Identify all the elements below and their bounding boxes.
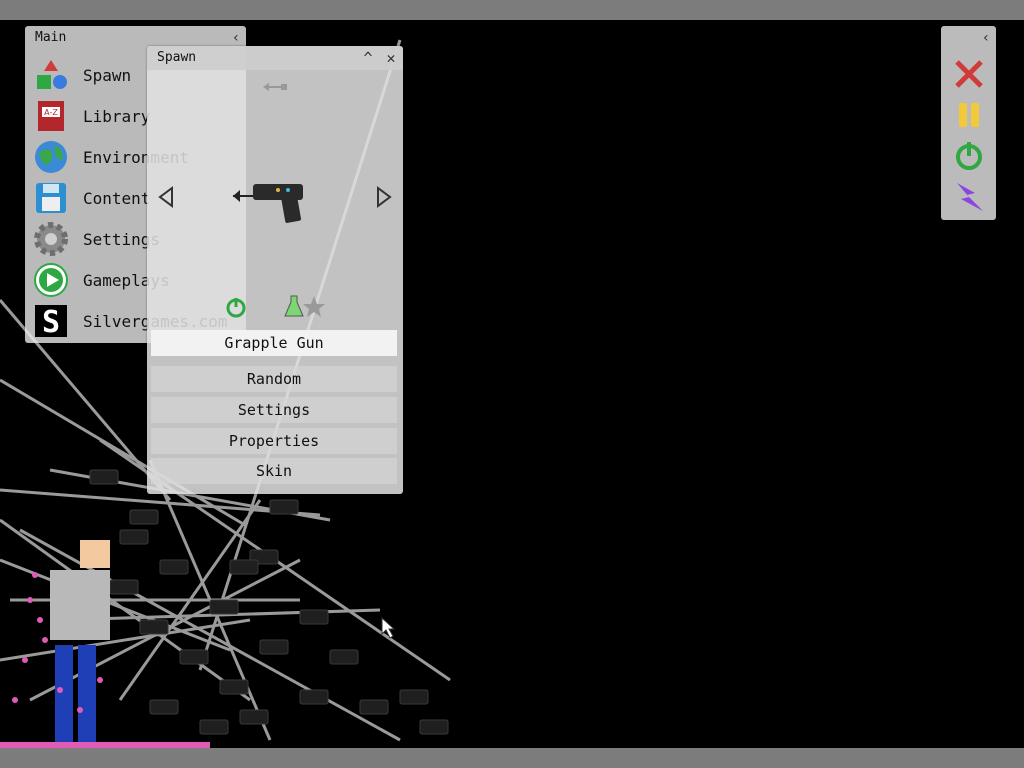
tool-panel: ‹ <box>941 26 996 220</box>
flask-star-icon[interactable] <box>283 294 327 320</box>
close-icon <box>955 60 983 88</box>
globe-icon <box>33 139 69 175</box>
main-panel-collapse-button[interactable]: ‹ <box>227 29 245 47</box>
power-toggle-icon[interactable] <box>225 297 247 319</box>
shapes-icon <box>33 57 69 93</box>
gear-icon <box>33 221 69 257</box>
lightning-icon <box>957 183 983 211</box>
power-icon <box>956 142 982 170</box>
next-item-button[interactable] <box>373 186 395 208</box>
clear-scene-button[interactable] <box>952 57 986 91</box>
tool-panel-collapse-button[interactable]: ‹ <box>977 29 995 47</box>
close-button[interactable]: ✕ <box>382 49 400 67</box>
spawn-panel: Spawn ^ ✕ Grapple Gun Random Settings Pr… <box>147 46 403 494</box>
power-button[interactable] <box>952 139 986 173</box>
book-icon: A-Z <box>33 98 69 134</box>
main-panel-title: Main <box>35 30 67 45</box>
floppy-disk-icon <box>33 180 69 216</box>
pause-button[interactable] <box>952 98 986 132</box>
skin-button[interactable]: Skin <box>151 458 397 484</box>
svg-text:A-Z: A-Z <box>44 108 58 117</box>
spawn-panel-title: Spawn <box>157 50 197 65</box>
lightning-button[interactable] <box>952 180 986 214</box>
menu-item-label: Spawn <box>83 65 132 85</box>
menu-item-label: Content <box>83 188 151 208</box>
properties-button[interactable]: Properties <box>151 428 397 454</box>
menu-item-label: Library <box>83 106 151 126</box>
silvergames-logo-icon: S <box>33 303 69 339</box>
svg-text:S: S <box>42 305 60 339</box>
settings-button[interactable]: Settings <box>151 397 397 423</box>
previous-item-button[interactable] <box>155 186 177 208</box>
minimize-button[interactable]: ^ <box>359 49 377 67</box>
pause-icon <box>959 103 979 127</box>
grapple-gun-preview-icon <box>233 184 303 223</box>
selected-item-name: Grapple Gun <box>151 330 397 356</box>
random-button[interactable]: Random <box>151 366 397 392</box>
play-icon <box>33 262 69 298</box>
scroll-up-arrow-icon[interactable] <box>261 80 289 94</box>
